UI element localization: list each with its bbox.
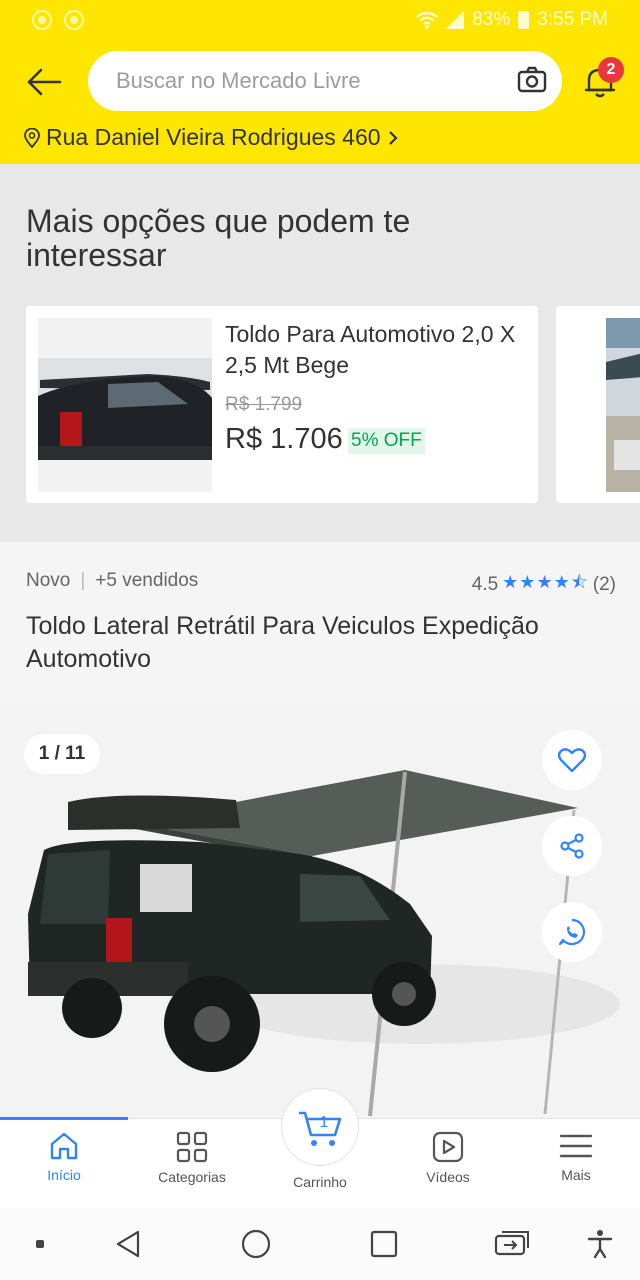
nav-label-videos: Vídeos (426, 1169, 470, 1185)
nav-label-mais: Mais (561, 1167, 591, 1183)
system-home-button[interactable] (236, 1226, 276, 1262)
status-bar: 83% 3:55 PM (0, 0, 640, 40)
product-rating[interactable]: 4.5 ★★★★⯪ (2) (472, 570, 616, 600)
share-icon (560, 833, 584, 859)
car-image-icon (606, 318, 640, 492)
search-placeholder: Buscar no Mercado Livre (116, 68, 361, 93)
grid-icon (176, 1131, 208, 1163)
condition-label: Novo (26, 570, 71, 591)
back-button[interactable] (20, 60, 68, 104)
product-title: Toldo Lateral Retrátil Para Veiculos Exp… (26, 612, 539, 673)
screen-switch-button[interactable] (492, 1226, 532, 1262)
nav-item-carrinho[interactable]: 1 (281, 1088, 359, 1166)
cart-icon: 1 (299, 1111, 342, 1146)
rating-count: (2) (592, 574, 616, 595)
sync-icon (32, 10, 52, 30)
star-rating-icon: ★★★★⯪ (502, 572, 589, 592)
triangle-back-icon (116, 1230, 140, 1258)
image-counter: 1 / 11 (24, 734, 100, 774)
heart-icon (558, 748, 586, 773)
square-recents-icon (370, 1230, 398, 1258)
nav-label-inicio: Início (47, 1167, 81, 1183)
discount-badge: 5% OFF (348, 428, 425, 454)
product-card-partial[interactable] (556, 306, 640, 503)
card-price: R$ 1.706 (225, 423, 343, 455)
signal-icon (446, 11, 465, 29)
nav-item-inicio[interactable]: Início (0, 1119, 128, 1209)
product-info: Novo | +5 vendidos 4.5 ★★★★⯪ (2) Toldo L… (0, 542, 640, 704)
section-title: Mais opções que podem te interessar (26, 203, 411, 273)
address-text: Rua Daniel Vieira Rodrigues 460 (46, 124, 381, 150)
rating-value: 4.5 (471, 574, 499, 595)
product-condition: Novo | +5 vendidos (26, 570, 198, 592)
product-thumbnail (38, 318, 212, 492)
clock: 3:55 PM (537, 9, 608, 30)
delivery-address[interactable]: Rua Daniel Vieira Rodrigues 460 (24, 124, 399, 151)
search-input[interactable]: Buscar no Mercado Livre (88, 51, 562, 111)
car-image-icon (38, 318, 212, 492)
wifi-icon (416, 11, 438, 29)
app-notification-icon (64, 10, 84, 30)
battery-icon (518, 11, 530, 29)
home-icon (50, 1132, 78, 1160)
notification-badge: 2 (598, 57, 624, 83)
screen-switch-icon (494, 1231, 529, 1256)
accessibility-button[interactable] (580, 1226, 620, 1262)
nav-dot-icon (20, 1226, 60, 1262)
product-card[interactable]: Toldo Para Automotivo 2,0 X 2,5 Mt Bege … (26, 306, 538, 503)
menu-icon (559, 1134, 593, 1158)
status-icons-left (32, 10, 84, 30)
share-button[interactable] (542, 816, 602, 876)
separator: | (80, 570, 86, 591)
nav-label-carrinho: Carrinho (293, 1174, 347, 1190)
app-header: Buscar no Mercado Livre 2 Rua Daniel Vie… (0, 40, 640, 164)
circle-home-icon (241, 1229, 271, 1259)
system-recents-button[interactable] (364, 1226, 404, 1262)
card-title: Toldo Para Automotivo 2,0 X 2,5 Mt Bege (225, 321, 516, 378)
nav-item-videos[interactable]: Vídeos (384, 1119, 512, 1209)
cart-count: 1 (320, 1114, 329, 1131)
whatsapp-button[interactable] (542, 902, 602, 962)
video-play-icon (432, 1131, 464, 1163)
product-gallery[interactable]: 1 / 11 (0, 704, 640, 1120)
location-pin-icon (24, 127, 40, 148)
system-back-button[interactable] (108, 1226, 148, 1262)
status-icons-right: 83% 3:55 PM (416, 9, 608, 31)
recommendations-section: Mais opções que podem te interessar Told… (0, 164, 640, 542)
chevron-right-icon (388, 130, 398, 145)
camera-icon[interactable] (516, 64, 548, 96)
card-old-price: R$ 1.799 (225, 394, 303, 415)
favorite-button[interactable] (542, 730, 602, 790)
sold-count: +5 vendidos (95, 570, 199, 591)
nav-item-categorias[interactable]: Categorias (128, 1119, 256, 1209)
nav-item-mais[interactable]: Mais (512, 1119, 640, 1209)
accessibility-icon (587, 1230, 613, 1259)
whatsapp-icon (558, 918, 586, 946)
system-navigation-bar (0, 1208, 640, 1280)
nav-label-categorias: Categorias (158, 1169, 226, 1185)
arrow-left-icon (27, 68, 62, 96)
battery-percent: 83% (472, 9, 511, 30)
